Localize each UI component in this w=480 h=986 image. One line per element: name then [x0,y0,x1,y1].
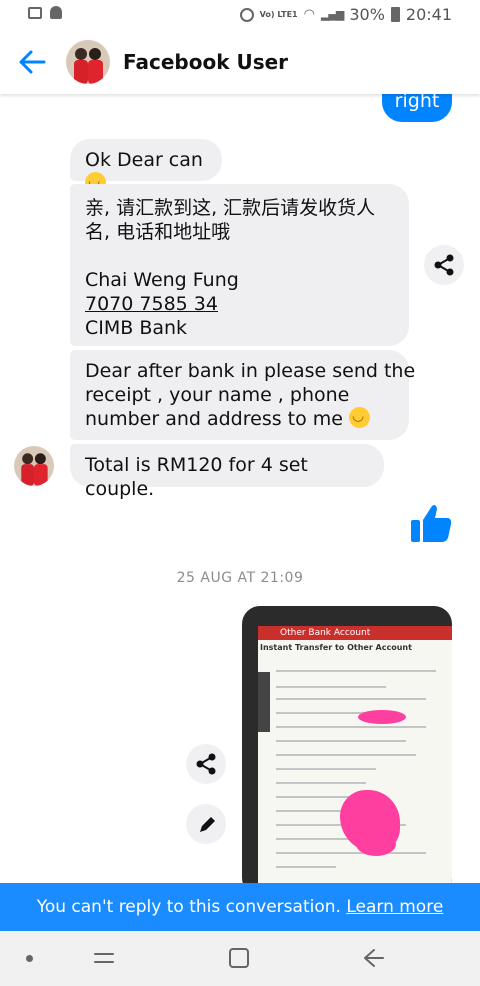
received-message-bubble[interactable]: Total is RM120 for 4 set couple. [70,444,384,500]
signal-icon: ▂▄▆ [320,8,344,21]
snapchat-notification-icon [50,6,62,19]
contact-avatar[interactable] [66,40,110,84]
edit-image-button[interactable] [186,804,226,844]
image-sidebar [258,672,270,732]
bank-name: CIMB Bank [85,317,188,339]
thumbs-up-icon [411,505,452,542]
back-arrow-icon[interactable] [14,44,50,80]
redaction-mark [356,832,396,856]
message-line: receipt , your name , phone [85,384,350,406]
image-header-bar: Other Bank Account [258,626,452,640]
share-icon [434,254,454,276]
alarm-icon [239,7,254,22]
contact-name[interactable]: Facebook User [123,50,288,74]
received-message-bubble[interactable]: 亲, 请汇款到这, 汇款后请发收货人 名, 电话和地址哦 Chai Weng F… [70,184,409,346]
pencil-icon [200,817,215,832]
smile-emoji-icon [349,407,371,428]
banner-text: You can't reply to this conversation. [36,897,341,917]
clock: 20:41 [405,5,452,24]
message-text: Total is RM120 for 4 set couple. [85,454,308,500]
shared-image[interactable]: Other Bank Account Instant Transfer to O… [242,606,452,896]
share-icon [196,753,216,775]
account-name: Chai Weng Fung [85,269,239,291]
wifi-icon: ◠ [303,7,315,22]
learn-more-link[interactable]: Learn more [346,897,443,917]
conversation-header: Facebook User [0,30,480,94]
redaction-mark [358,710,406,724]
message-line: 亲, 请汇款到这, 汇款后请发收货人 [85,197,376,219]
battery-percent: 30% [349,5,385,24]
message-line-blank [85,244,394,268]
message-line: number and address to me [85,408,343,430]
message-line: 名, 电话和地址哦 [85,221,231,243]
gallery-notification-icon [28,6,42,19]
received-message-bubble[interactable]: Dear after bank in please send the recei… [70,350,416,440]
account-number-link[interactable]: 7070 7585 34 [85,292,394,316]
sender-avatar[interactable] [14,446,54,486]
battery-icon [390,7,400,22]
volte-indicator: Vo) LTE1 [259,9,298,19]
back-nav-icon[interactable] [361,947,385,969]
share-image-button[interactable] [186,744,226,784]
nav-dot-icon[interactable] [26,955,33,962]
home-button-icon[interactable] [229,948,249,968]
image-subtitle: Instant Transfer to Other Account [260,643,412,652]
system-nav-bar [0,931,480,986]
received-message-bubble[interactable]: Ok Dear can [70,139,222,193]
message-text: Ok Dear can [85,149,203,171]
share-button[interactable] [424,245,464,285]
status-bar: Vo) LTE1 ◠ ▂▄▆ 30% 20:41 [0,0,480,30]
recent-apps-icon[interactable] [92,948,116,968]
cannot-reply-banner: You can't reply to this conversation. Le… [0,883,480,931]
timestamp: 25 AUG AT 21:09 [176,570,304,586]
message-line: Dear after bank in please send the [85,360,416,382]
